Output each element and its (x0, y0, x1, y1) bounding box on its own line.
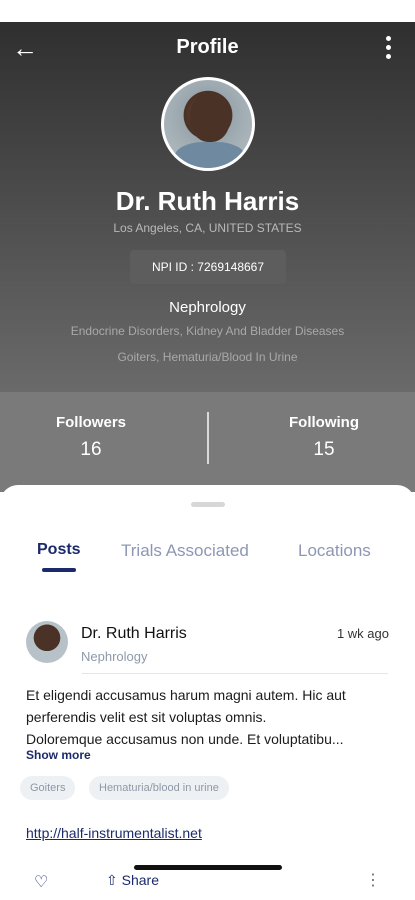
page-title: Profile (176, 36, 239, 58)
tab-posts[interactable]: Posts (37, 541, 81, 559)
profile-tabs: Posts Trials Associated Locations (0, 537, 415, 577)
profile-avatar (161, 77, 255, 171)
avatar-shirt-shape (174, 142, 246, 168)
like-heart-icon[interactable]: ♡ (34, 872, 48, 892)
subspecialties-line-1: Endocrine Disorders, Kidney And Bladder … (70, 324, 345, 338)
more-options-icon[interactable] (383, 36, 393, 62)
post-tag[interactable]: Goiters (20, 776, 76, 800)
npi-badge: NPI ID : 7269148667 (130, 250, 286, 284)
post-author-name[interactable]: Dr. Ruth Harris (81, 625, 187, 643)
subspecialties-line-2: Goiters, Hematuria/Blood In Urine (117, 350, 298, 364)
profile-location: Los Angeles, CA, UNITED STATES (113, 221, 302, 235)
post-more-icon[interactable]: ⋮ (365, 870, 381, 890)
following-stat[interactable]: Following 15 (244, 414, 404, 461)
content-sheet: Posts Trials Associated Locations Dr. Ru… (0, 485, 415, 900)
home-indicator (134, 865, 282, 870)
post-tag[interactable]: Hematuria/blood in urine (89, 776, 229, 800)
followers-count: 16 (80, 439, 102, 460)
post-header-divider (82, 673, 388, 674)
top-app-bar: ← Profile (0, 30, 415, 66)
tab-trials-associated[interactable]: Trials Associated (121, 541, 249, 561)
post-actions: ♡ ⇧ Share ⋮ (0, 870, 415, 900)
share-icon: ⇧ (106, 872, 118, 888)
post-body-line: Et eligendi accusamus harum magni autem.… (26, 687, 346, 703)
profile-name: Dr. Ruth Harris (115, 186, 300, 216)
following-count: 15 (313, 439, 335, 460)
tab-locations[interactable]: Locations (298, 541, 371, 561)
post-author-avatar[interactable] (26, 621, 68, 663)
stats-bar: Followers 16 Following 15 (0, 392, 415, 492)
post-timestamp: 1 wk ago (336, 626, 389, 641)
following-label: Following (289, 414, 359, 431)
avatar-face-shape (190, 92, 230, 142)
post-author-specialty: Nephrology (81, 649, 148, 664)
active-tab-indicator (42, 568, 76, 572)
profile-header: ← Profile Dr. Ruth Harris Los Angeles, C… (0, 22, 415, 392)
followers-label: Followers (55, 414, 126, 431)
post-body-line: perferendis velit est sit voluptas omnis… (26, 709, 267, 725)
post-url-link[interactable]: http://half-instrumentalist.net (26, 825, 202, 841)
stats-divider (207, 412, 209, 464)
status-bar (0, 0, 415, 22)
profile-specialty: Nephrology (169, 299, 246, 316)
show-more-link[interactable]: Show more (26, 748, 91, 762)
post-body: Et eligendi accusamus harum magni autem.… (26, 684, 392, 750)
sheet-drag-handle[interactable] (191, 502, 225, 507)
post-body-line: Doloremque accusamus non unde. Et volupt… (26, 731, 344, 747)
share-button[interactable]: ⇧ Share (106, 872, 159, 889)
share-label: Share (121, 872, 159, 888)
followers-stat[interactable]: Followers 16 (11, 414, 171, 461)
